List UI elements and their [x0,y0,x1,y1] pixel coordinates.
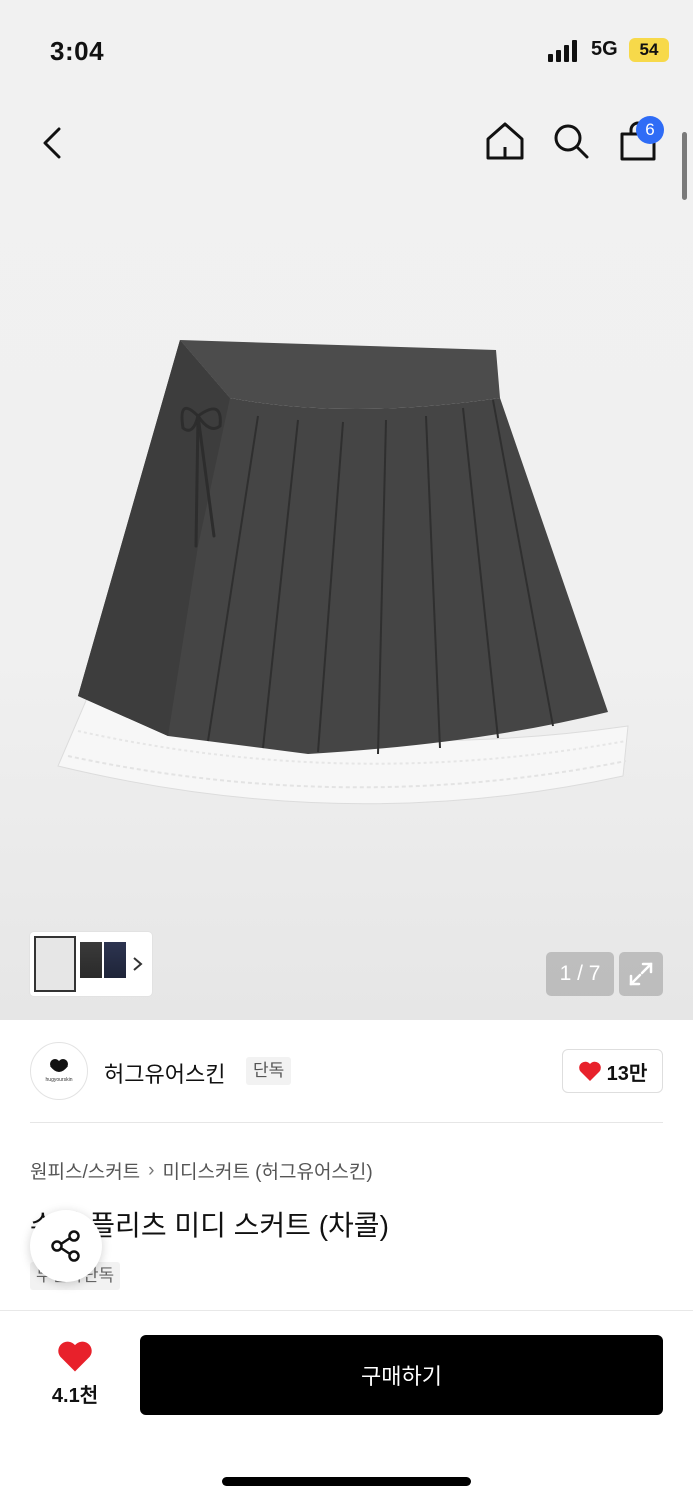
buy-button[interactable]: 구매하기 [140,1335,663,1415]
wishlist-count: 4.1천 [51,1385,99,1407]
product-image[interactable] [48,336,638,836]
status-bar: 3:04 5G 54 [0,0,693,100]
home-button[interactable] [482,118,528,164]
breadcrumb-item-category[interactable]: 원피스/스커트 [30,1157,140,1184]
wishlist-button[interactable]: 4.1천 [40,1339,110,1409]
search-icon [554,124,589,159]
share-button[interactable] [30,1210,102,1282]
home-indicator [222,1477,471,1486]
brand-like-button[interactable]: 13만 [562,1049,663,1093]
battery-icon: 54 [629,38,669,62]
chevron-right-icon: › [148,1159,155,1181]
heart-icon [578,1061,601,1081]
thumbnail-2[interactable] [80,942,102,978]
chevron-right-icon [133,957,143,971]
network-label: 5G [591,38,618,60]
product-gallery[interactable]: 6 1 / 7 [0,100,693,1020]
thumbnail-1[interactable] [34,936,76,992]
cart-count-badge: 6 [636,116,664,144]
divider [30,1122,663,1123]
back-button[interactable] [30,120,76,166]
expand-icon [629,962,653,986]
brand-logo-text: hugyourskin [45,1077,73,1083]
share-icon [51,1230,80,1262]
status-time: 3:04 [50,36,105,66]
brand-logo-mark [50,1059,68,1072]
brand-logo[interactable]: hugyourskin [30,1042,88,1100]
exclusive-badge: 단독 [246,1057,292,1085]
breadcrumb: 원피스/스커트 › 미디스커트 (허그유어스킨) [30,1157,373,1184]
breadcrumb-item-subcategory[interactable]: 미디스커트 (허그유어스킨) [163,1157,373,1184]
home-icon [486,122,524,160]
thumbnail-3[interactable] [104,942,126,978]
brand-like-count: 13만 [606,1062,648,1085]
expand-button[interactable] [619,952,663,996]
signal-icon [548,40,580,62]
thumbnail-strip[interactable] [30,932,152,996]
scroll-indicator [682,132,687,200]
image-page-counter: 1 / 7 [546,952,614,996]
brand-name[interactable]: 허그유어스킨 [104,1057,225,1089]
heart-icon [58,1341,92,1372]
search-button[interactable] [548,118,594,164]
bottom-action-bar: 4.1천 구매하기 [0,1310,693,1500]
chevron-left-icon [43,127,61,159]
